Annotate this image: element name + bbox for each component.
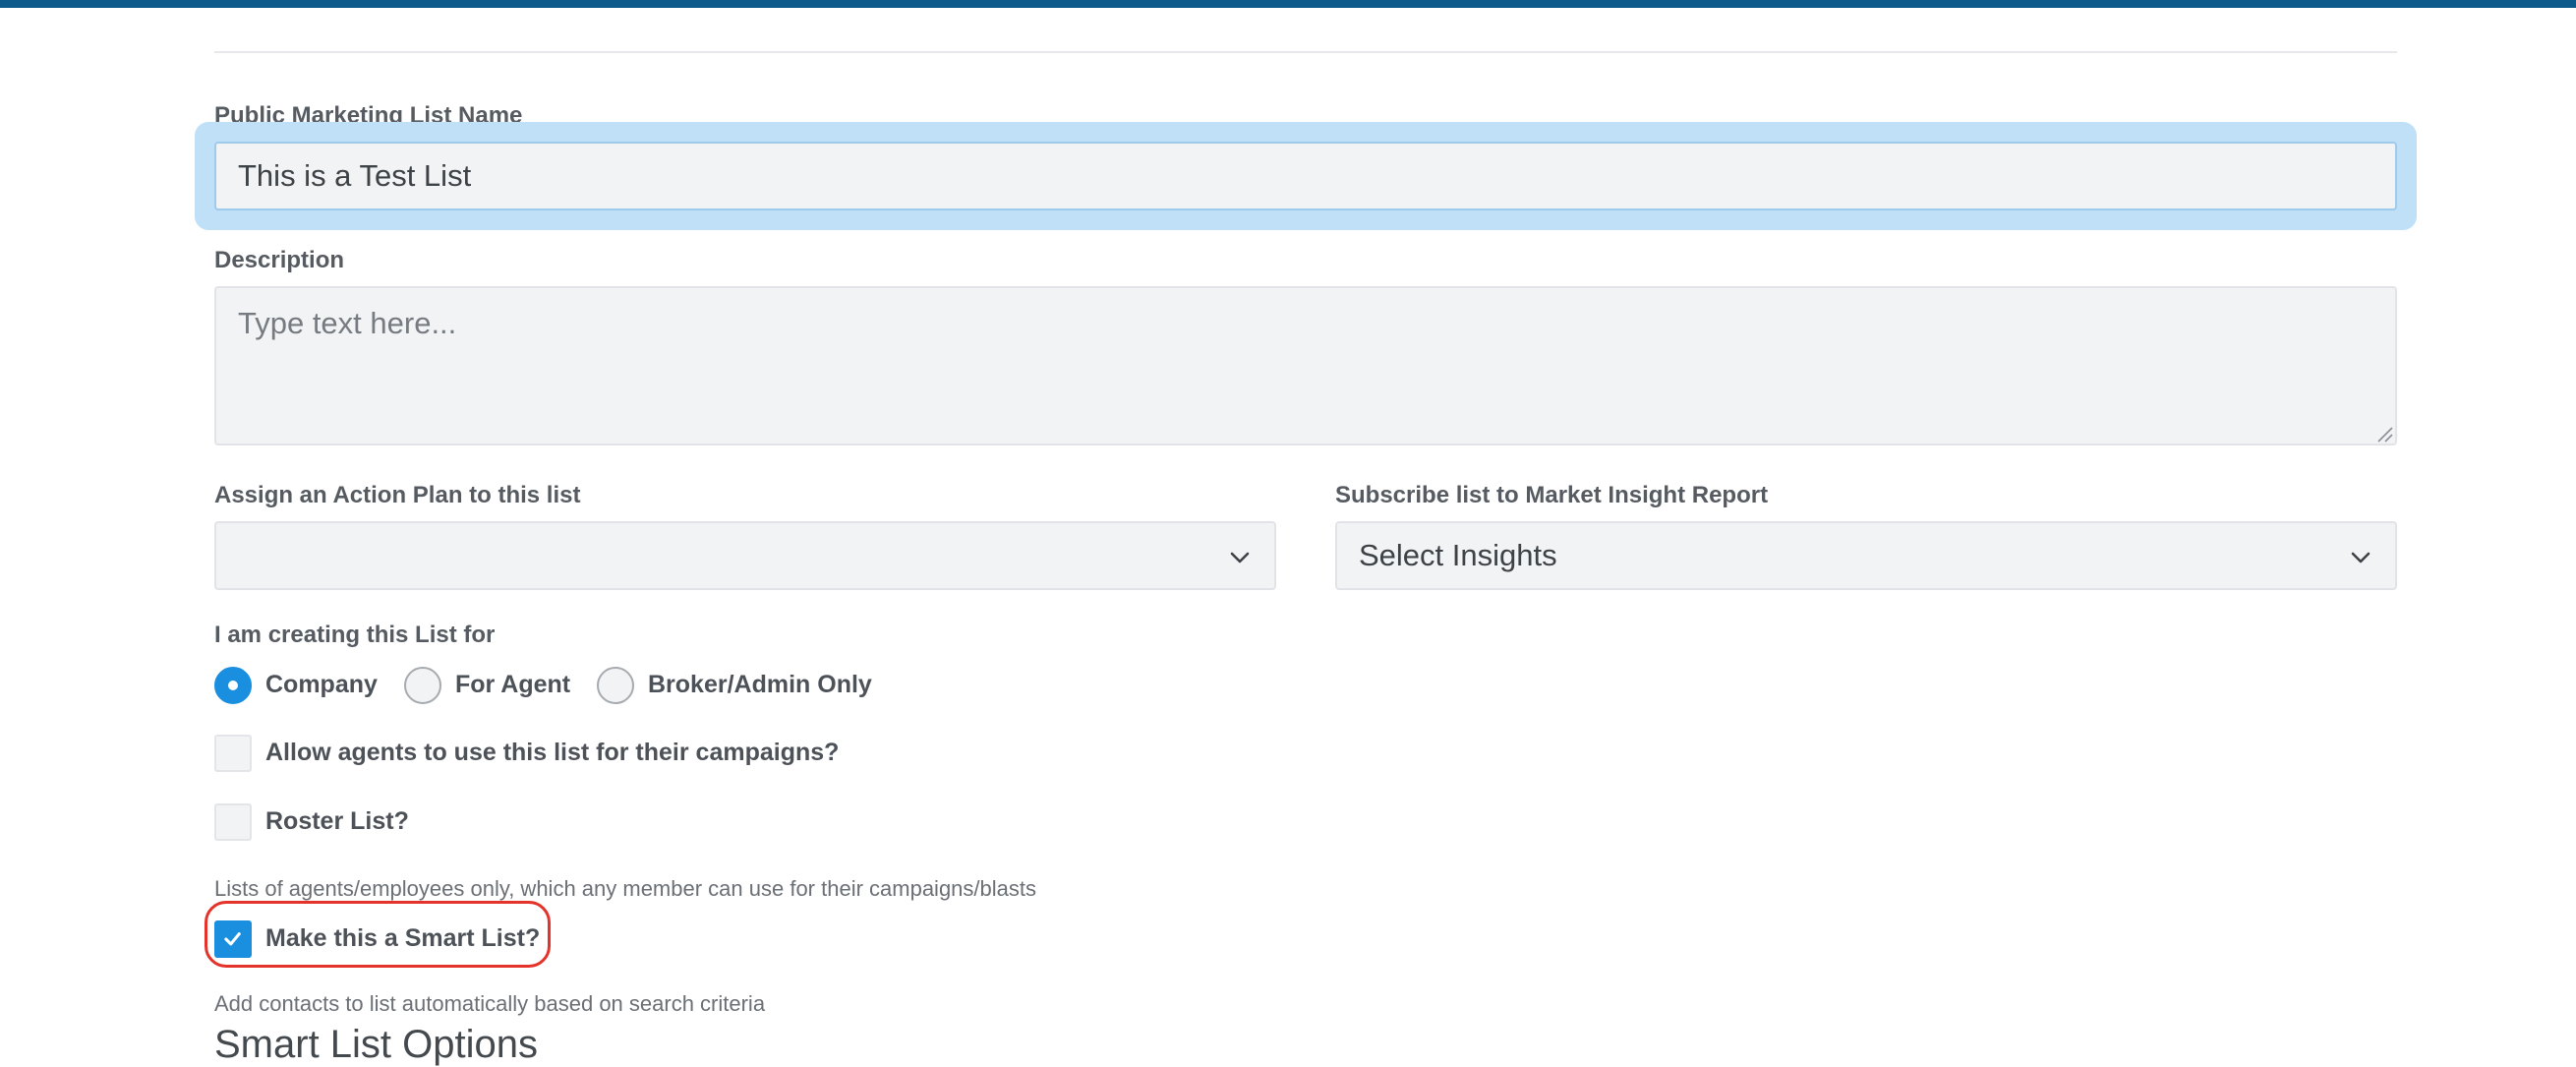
check-icon xyxy=(224,932,241,946)
radio-company-label[interactable]: Company xyxy=(265,671,378,699)
allow-agents-checkbox[interactable] xyxy=(214,735,252,772)
resize-grip-icon[interactable] xyxy=(2375,425,2393,443)
chevron-down-icon xyxy=(2351,552,2371,563)
radio-for-agent-label[interactable]: For Agent xyxy=(455,671,570,699)
smart-list-checkbox[interactable] xyxy=(214,920,252,958)
smart-list-label[interactable]: Make this a Smart List? xyxy=(265,924,540,953)
description-label: Description xyxy=(214,247,345,273)
allow-agents-label[interactable]: Allow agents to use this list for their … xyxy=(265,739,839,767)
radio-broker-admin-label[interactable]: Broker/Admin Only xyxy=(648,671,872,699)
radio-broker-admin[interactable] xyxy=(597,667,634,704)
radio-for-agent[interactable] xyxy=(404,667,441,704)
smart-list-help: Add contacts to list automatically based… xyxy=(214,991,766,1016)
insight-report-selected-value: Select Insights xyxy=(1359,538,1557,572)
creating-for-label: I am creating this List for xyxy=(214,622,496,648)
roster-list-help: Lists of agents/employees only, which an… xyxy=(214,876,1036,901)
action-plan-select[interactable] xyxy=(214,521,1276,590)
section-divider xyxy=(214,51,2397,53)
insight-report-label: Subscribe list to Market Insight Report xyxy=(1335,482,1769,508)
chevron-down-icon xyxy=(1230,552,1250,563)
insight-report-select[interactable]: Select Insights xyxy=(1335,521,2397,590)
roster-list-label[interactable]: Roster List? xyxy=(265,807,409,836)
roster-list-checkbox[interactable] xyxy=(214,803,252,841)
radio-company[interactable] xyxy=(214,667,252,704)
list-name-input[interactable] xyxy=(214,142,2397,210)
smart-list-options-title: Smart List Options xyxy=(214,1023,539,1066)
top-accent-bar xyxy=(0,0,2576,8)
description-textarea[interactable] xyxy=(214,286,2397,445)
action-plan-label: Assign an Action Plan to this list xyxy=(214,482,581,508)
